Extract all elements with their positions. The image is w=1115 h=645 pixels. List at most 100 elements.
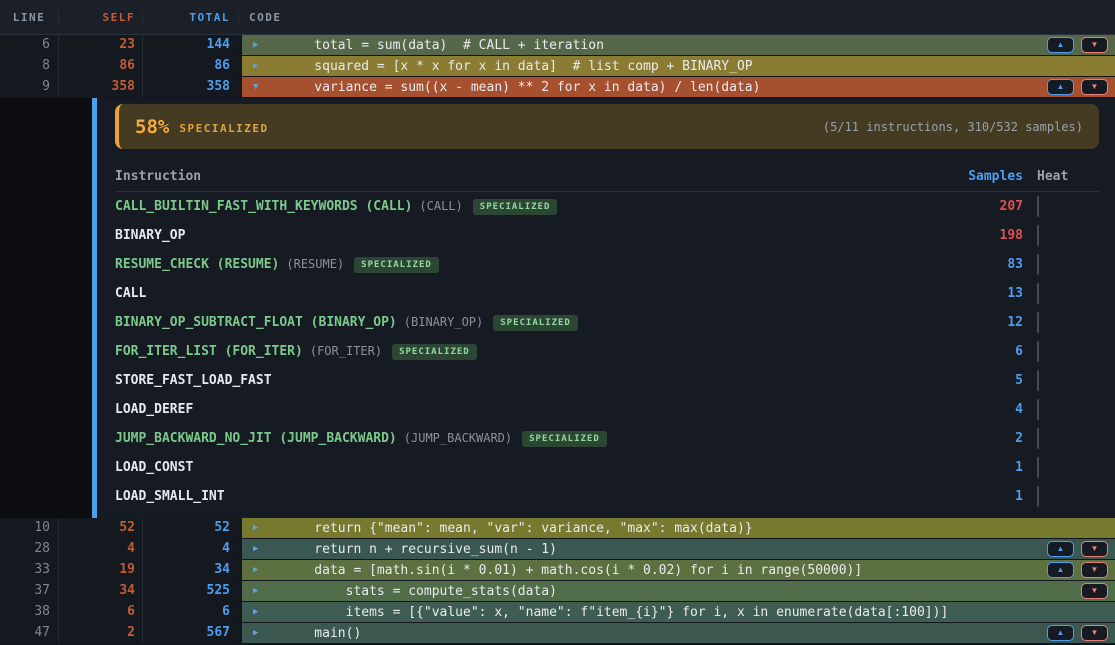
- table-row: 33 19 34 ▶ data = [math.sin(i * 0.01) + …: [0, 560, 1115, 580]
- heat-bar: [1037, 486, 1039, 507]
- move-down-button[interactable]: ▼: [1081, 625, 1108, 641]
- code-line-row[interactable]: ▶ total = sum(data) # CALL + iteration ▲…: [242, 35, 1115, 55]
- instruction-row: BINARY_OP_SUBTRACT_FLOAT (BINARY_OP)(BIN…: [115, 308, 1099, 337]
- specialized-badge: SPECIALIZED: [354, 257, 439, 273]
- total-samples: 144: [142, 35, 238, 55]
- arrow-down-icon: ▼: [1091, 629, 1099, 637]
- heat-bar: [1037, 225, 1039, 246]
- line-number: 37: [0, 581, 58, 601]
- line-number: 38: [0, 602, 58, 622]
- code-line-row[interactable]: ▶ stats = compute_stats(data) ▼: [242, 581, 1115, 601]
- column-header-line: LINE: [0, 11, 58, 24]
- column-header-code: CODE: [238, 11, 1115, 24]
- heat-bar: [1037, 196, 1039, 217]
- collapse-icon: ▼: [253, 82, 283, 92]
- table-row: 9 358 358 ▼ variance = sum((x - mean) **…: [0, 77, 1115, 97]
- expand-icon: ▶: [253, 61, 283, 71]
- code-line-row[interactable]: ▶ squared = [x * x for x in data] # list…: [242, 56, 1115, 76]
- expand-icon: ▶: [253, 40, 283, 50]
- instruction-row: FOR_ITER_LIST (FOR_ITER) (FOR_ITER) SPECIA…: [115, 337, 1099, 366]
- instruction-table: Instruction Samples Heat CALL_BUILTIN_FA…: [115, 162, 1099, 511]
- self-samples: 358: [58, 77, 142, 97]
- instruction-row: JUMP_BACKWARD_NO_JIT (JUMP_BACKWARD)(JUM…: [115, 424, 1099, 453]
- sample-count: 2: [933, 431, 1023, 446]
- move-up-button[interactable]: ▲: [1047, 79, 1074, 95]
- total-samples: 52: [142, 518, 238, 538]
- move-down-button[interactable]: ▼: [1081, 541, 1108, 557]
- arrow-down-icon: ▼: [1091, 83, 1099, 91]
- table-row: 10 52 52 ▶ return {"mean": mean, "var": …: [0, 518, 1115, 538]
- line-number: 8: [0, 56, 58, 76]
- line-number: 9: [0, 77, 58, 97]
- total-samples: 34: [142, 560, 238, 580]
- heat-bar: [1037, 312, 1039, 333]
- line-number: 47: [0, 623, 58, 643]
- sample-count: 1: [933, 460, 1023, 475]
- code-line-row[interactable]: ▶ data = [math.sin(i * 0.01) + math.cos(…: [242, 560, 1115, 580]
- move-up-button[interactable]: ▲: [1047, 37, 1074, 53]
- specialized-badge: SPECIALIZED: [473, 199, 558, 215]
- instruction-row: CALL 13: [115, 279, 1099, 308]
- code-text: stats = compute_stats(data): [283, 584, 557, 599]
- opcode-family: (BINARY_OP): [404, 315, 483, 329]
- panel-gutter: [0, 98, 92, 518]
- code-text: items = [{"value": x, "name": f"item_{i}…: [283, 605, 948, 620]
- instruction-row: LOAD_SMALL_INT 1: [115, 482, 1099, 511]
- code-line-row[interactable]: ▶ items = [{"value": x, "name": f"item_{…: [242, 602, 1115, 622]
- self-samples: 2: [58, 623, 142, 643]
- table-row: 6 23 144 ▶ total = sum(data) # CALL + it…: [0, 35, 1115, 55]
- arrow-down-icon: ▼: [1091, 545, 1099, 553]
- arrow-down-icon: ▼: [1091, 587, 1099, 595]
- opcode-name: CALL_BUILTIN_FAST_WITH_KEYWORDS (CALL): [115, 199, 412, 214]
- line-number: 28: [0, 539, 58, 559]
- specialized-badge: SPECIALIZED: [392, 344, 477, 360]
- move-down-button[interactable]: ▼: [1081, 37, 1108, 53]
- table-row: 38 6 6 ▶ items = [{"value": x, "name": f…: [0, 602, 1115, 622]
- heat-bar: [1037, 428, 1039, 449]
- instruction-column-header: Instruction: [115, 169, 933, 184]
- arrow-up-icon: ▲: [1057, 629, 1065, 637]
- self-samples: 19: [58, 560, 142, 580]
- line-number: 6: [0, 35, 58, 55]
- specialized-badge: SPECIALIZED: [522, 431, 607, 447]
- move-up-button[interactable]: ▲: [1047, 562, 1074, 578]
- instruction-row: CALL_BUILTIN_FAST_WITH_KEYWORDS (CALL)(C…: [115, 192, 1099, 221]
- heat-bar: [1037, 341, 1039, 362]
- total-samples: 567: [142, 623, 238, 643]
- opcode-name: LOAD_DEREF: [115, 402, 193, 417]
- total-samples: 6: [142, 602, 238, 622]
- arrow-up-icon: ▲: [1057, 41, 1065, 49]
- move-down-button[interactable]: ▼: [1081, 79, 1108, 95]
- self-samples: 86: [58, 56, 142, 76]
- move-down-button[interactable]: ▼: [1081, 562, 1108, 578]
- opcode-name: FOR_ITER_LIST (FOR_ITER): [115, 344, 303, 359]
- self-samples: 23: [58, 35, 142, 55]
- arrow-up-icon: ▲: [1057, 566, 1065, 574]
- code-line-row[interactable]: ▶ main() ▲ ▼: [242, 623, 1115, 643]
- instruction-row: LOAD_CONST 1: [115, 453, 1099, 482]
- opcode-name: CALL: [115, 286, 146, 301]
- sample-count: 198: [933, 228, 1023, 243]
- total-samples: 4: [142, 539, 238, 559]
- self-samples: 6: [58, 602, 142, 622]
- expand-icon: ▶: [253, 607, 283, 617]
- heat-bar: [1037, 457, 1039, 478]
- move-down-button[interactable]: ▼: [1081, 583, 1108, 599]
- code-line-row[interactable]: ▶ return {"mean": mean, "var": variance,…: [242, 518, 1115, 538]
- instruction-detail-panel: 58% SPECIALIZED (5/11 instructions, 310/…: [0, 98, 1115, 518]
- self-samples: 4: [58, 539, 142, 559]
- code-text: variance = sum((x - mean) ** 2 for x in …: [283, 80, 760, 95]
- table-row: 37 34 525 ▶ stats = compute_stats(data) …: [0, 581, 1115, 601]
- heat-bar: [1037, 399, 1039, 420]
- opcode-name: JUMP_BACKWARD_NO_JIT (JUMP_BACKWARD): [115, 431, 397, 446]
- sample-count: 83: [933, 257, 1023, 272]
- opcode-family: (FOR_ITER): [310, 344, 382, 358]
- code-line-row[interactable]: ▶ return n + recursive_sum(n - 1) ▲ ▼: [242, 539, 1115, 559]
- expand-icon: ▶: [253, 544, 283, 554]
- column-header-total: TOTAL: [142, 11, 238, 24]
- move-up-button[interactable]: ▲: [1047, 625, 1074, 641]
- instruction-row: STORE_FAST_LOAD_FAST 5: [115, 366, 1099, 395]
- move-up-button[interactable]: ▲: [1047, 541, 1074, 557]
- code-text: squared = [x * x for x in data] # list c…: [283, 59, 753, 74]
- code-line-row-expanded[interactable]: ▼ variance = sum((x - mean) ** 2 for x i…: [242, 77, 1115, 97]
